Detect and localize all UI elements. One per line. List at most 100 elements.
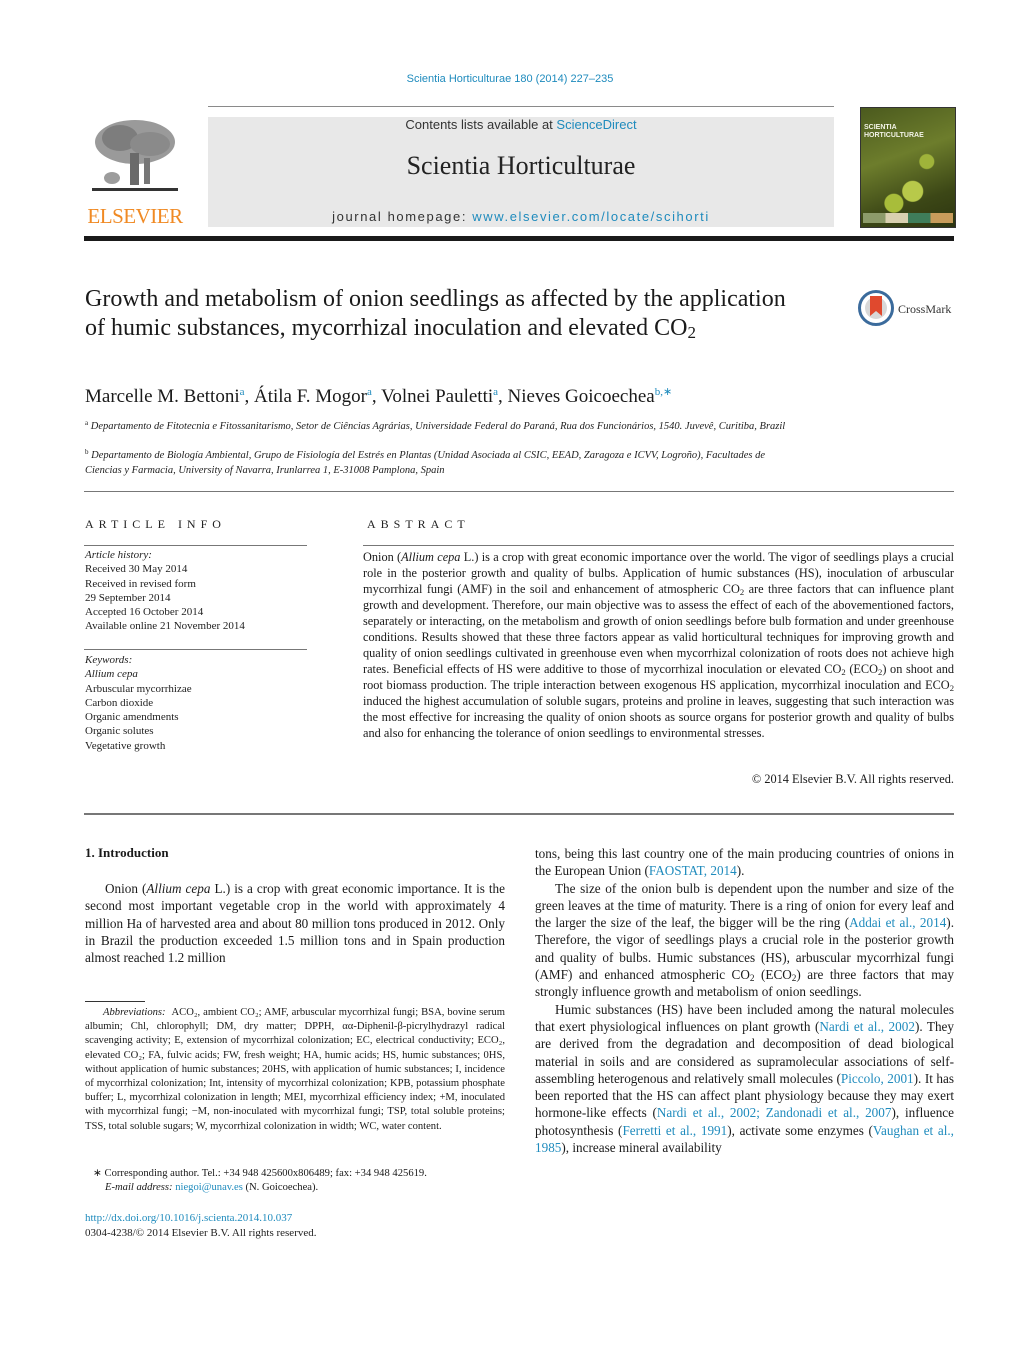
history-item: 29 September 2014 bbox=[85, 591, 171, 604]
email-label: E-mail address: bbox=[105, 1182, 176, 1194]
history-item: Available online 21 November 2014 bbox=[85, 620, 245, 633]
article-history: Article history: Received 30 May 2014 Re… bbox=[85, 548, 310, 634]
intro-paragraph: The size of the onion bulb is dependent … bbox=[535, 880, 954, 1001]
history-item: Received 30 May 2014 bbox=[85, 563, 188, 576]
reference-link[interactable]: Ferretti et al., 1991 bbox=[622, 1123, 727, 1138]
corresponding-author-footnote: ∗ Corresponding author. Tel.: +34 948 42… bbox=[93, 1167, 513, 1195]
author-name: Marcelle M. Bettoni bbox=[85, 386, 240, 407]
affiliation-text: Departamento de Biología Ambiental, Grup… bbox=[85, 450, 766, 476]
author-list: Marcelle M. Bettonia, Átila F. Mogora, V… bbox=[85, 386, 673, 407]
divider bbox=[363, 545, 954, 546]
intro-paragraph: Humic substances (HS) have been included… bbox=[535, 1001, 954, 1157]
abbreviations-text: ACO₂, ambient CO₂; AMF, arbuscular mycor… bbox=[85, 1007, 505, 1132]
author-affiliation-link[interactable]: a bbox=[493, 386, 498, 398]
sciencedirect-link[interactable]: ScienceDirect bbox=[556, 117, 636, 132]
abstract-heading: ABSTRACT bbox=[367, 517, 470, 531]
article-info-heading: ARTICLE INFO bbox=[85, 517, 226, 531]
cover-title-line1: SCIENTIA bbox=[864, 124, 897, 131]
divider bbox=[84, 649, 307, 650]
reference-link[interactable]: FAOSTAT, 2014 bbox=[649, 863, 737, 878]
homepage-prefix: journal homepage: bbox=[332, 209, 473, 224]
subscript: 2 bbox=[949, 683, 954, 693]
elsevier-tree-icon bbox=[92, 120, 178, 191]
section-heading-introduction: 1. Introduction bbox=[85, 845, 169, 860]
reference-link[interactable]: Nardi et al., 2002 bbox=[819, 1019, 915, 1034]
keyword: Allium cepa bbox=[85, 668, 138, 681]
paper-title-text: Growth and metabolism of onion seedlings… bbox=[85, 286, 786, 341]
paper-title-subscript: 2 bbox=[687, 323, 696, 342]
abbreviations-footnote: Abbreviations: ACO₂, ambient CO₂; AMF, a… bbox=[85, 1006, 505, 1134]
intro-paragraph: tons, being this last country one of the… bbox=[535, 845, 954, 880]
affiliation-a: a Departamento de Fitotecnia e Fitossani… bbox=[85, 419, 795, 434]
paper-title: Growth and metabolism of onion seedlings… bbox=[85, 285, 805, 343]
intro-column-left: Onion (Allium cepa L.) is a crop with gr… bbox=[85, 880, 505, 966]
crossmark-label: CrossMark bbox=[898, 302, 952, 316]
journal-title: Scientia Horticulturae bbox=[406, 151, 636, 180]
header-rule bbox=[208, 106, 834, 107]
keyword: Organic solutes bbox=[85, 725, 154, 738]
keywords-label: Keywords: bbox=[85, 654, 133, 666]
author-name: Nieves Goicoechea bbox=[507, 386, 655, 407]
journal-cover-image[interactable]: SCIENTIA HORTICULTURAE bbox=[860, 107, 956, 228]
divider bbox=[84, 813, 954, 815]
history-item: Accepted 16 October 2014 bbox=[85, 606, 204, 619]
homepage-line: journal homepage: www.elsevier.com/locat… bbox=[208, 209, 834, 224]
journal-masthead: Contents lists available at ScienceDirec… bbox=[208, 117, 834, 227]
doi-link[interactable]: http://dx.doi.org/10.1016/j.scienta.2014… bbox=[85, 1212, 292, 1224]
text-run: induced the highest accumulation of solu… bbox=[363, 694, 954, 740]
crossmark-icon bbox=[858, 290, 894, 326]
intro-column-right: tons, being this last country one of the… bbox=[535, 845, 954, 1156]
contents-prefix: Contents lists available at bbox=[405, 117, 557, 132]
abbreviations-label: Abbreviations: bbox=[103, 1007, 166, 1018]
author-name: Volnei Pauletti bbox=[381, 386, 494, 407]
elsevier-wordmark: ELSEVIER bbox=[87, 204, 183, 228]
reference-link[interactable]: Piccolo, 2001 bbox=[841, 1071, 914, 1086]
affiliation-mark: b bbox=[85, 448, 89, 456]
history-label: Article history: bbox=[85, 549, 152, 561]
issn-line: 0304-4238/© 2014 Elsevier B.V. All right… bbox=[85, 1226, 317, 1239]
keyword: Organic amendments bbox=[85, 711, 179, 724]
homepage-link[interactable]: www.elsevier.com/locate/scihorti bbox=[472, 209, 710, 224]
reference-link[interactable]: Addai et al., 2014 bbox=[849, 915, 946, 930]
text-run: Onion ( bbox=[363, 550, 402, 564]
crossmark-badge[interactable]: CrossMark bbox=[858, 290, 958, 330]
divider bbox=[84, 491, 954, 492]
cover-strip bbox=[863, 213, 953, 223]
history-item: Received in revised form bbox=[85, 577, 196, 590]
email-link[interactable]: niegoi@unav.es bbox=[175, 1182, 243, 1193]
abstract-text: Onion (Allium cepa L.) is a crop with gr… bbox=[363, 549, 954, 741]
footnote-rule bbox=[85, 1001, 145, 1002]
keyword: Vegetative growth bbox=[85, 739, 166, 752]
intro-paragraph: Onion (Allium cepa L.) is a crop with gr… bbox=[85, 880, 505, 966]
text-run: tons, being this last country one of the… bbox=[535, 846, 954, 879]
email-suffix: (N. Goicoechea). bbox=[242, 1182, 319, 1194]
journal-citation-link[interactable]: Scientia Horticulturae 180 (2014) 227–23… bbox=[0, 73, 1020, 85]
keywords: Keywords: Allium cepa Arbuscular mycorrh… bbox=[85, 653, 310, 753]
text-run: ). bbox=[736, 863, 745, 879]
divider bbox=[84, 545, 307, 546]
text-run: ), activate some enzymes ( bbox=[727, 1122, 873, 1138]
italic-text: Allium cepa bbox=[401, 550, 461, 564]
elsevier-logo[interactable]: ELSEVIER bbox=[84, 118, 186, 230]
text-run: Onion ( bbox=[105, 881, 147, 896]
affiliation-text: Departamento de Fitotecnia e Fitossanita… bbox=[90, 421, 786, 432]
affiliation-b: b Departamento de Biología Ambiental, Gr… bbox=[85, 448, 795, 478]
header-thick-rule bbox=[84, 236, 954, 241]
abstract-copyright: © 2014 Elsevier B.V. All rights reserved… bbox=[751, 772, 954, 786]
author-affiliation-link[interactable]: a bbox=[240, 386, 245, 398]
author-affiliation-link[interactable]: b,∗ bbox=[655, 386, 672, 398]
keyword: Carbon dioxide bbox=[85, 696, 154, 709]
text-run: (ECO bbox=[754, 967, 792, 983]
italic-text: Allium cepa bbox=[146, 881, 211, 896]
keyword: Arbuscular mycorrhizae bbox=[85, 682, 192, 695]
affiliation-mark: a bbox=[85, 419, 89, 427]
cover-title-line2: HORTICULTURAE bbox=[864, 132, 924, 139]
corresponding-author-text: ∗ Corresponding author. Tel.: +34 948 42… bbox=[93, 1168, 427, 1179]
doi-block: http://dx.doi.org/10.1016/j.scienta.2014… bbox=[85, 1211, 317, 1240]
contents-line: Contents lists available at ScienceDirec… bbox=[208, 117, 834, 132]
author-affiliation-link[interactable]: a bbox=[367, 386, 372, 398]
reference-link[interactable]: Nardi et al., 2002; Zandonadi et al., 20… bbox=[657, 1105, 892, 1120]
author-name: Átila F. Mogor bbox=[254, 386, 368, 407]
text-run: (ECO bbox=[845, 662, 879, 676]
text-run: ), increase mineral availability bbox=[561, 1140, 722, 1156]
